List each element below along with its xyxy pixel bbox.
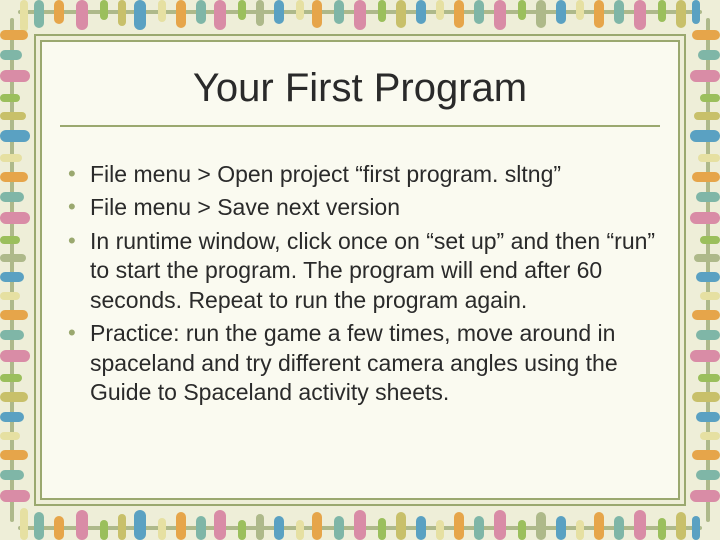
slide-title: Your First Program — [60, 66, 660, 111]
bullet-item: In runtime window, click once on “set up… — [62, 227, 664, 315]
bullet-item: Practice: run the game a few times, move… — [62, 319, 664, 407]
title-container: Your First Program — [60, 54, 660, 127]
bullet-list: File menu > Open project “first program.… — [62, 160, 664, 408]
bullet-item: File menu > Save next version — [62, 193, 664, 222]
bullet-item: File menu > Open project “first program.… — [62, 160, 664, 189]
body-container: File menu > Open project “first program.… — [62, 160, 664, 486]
slide: Your First Program File menu > Open proj… — [0, 0, 720, 540]
